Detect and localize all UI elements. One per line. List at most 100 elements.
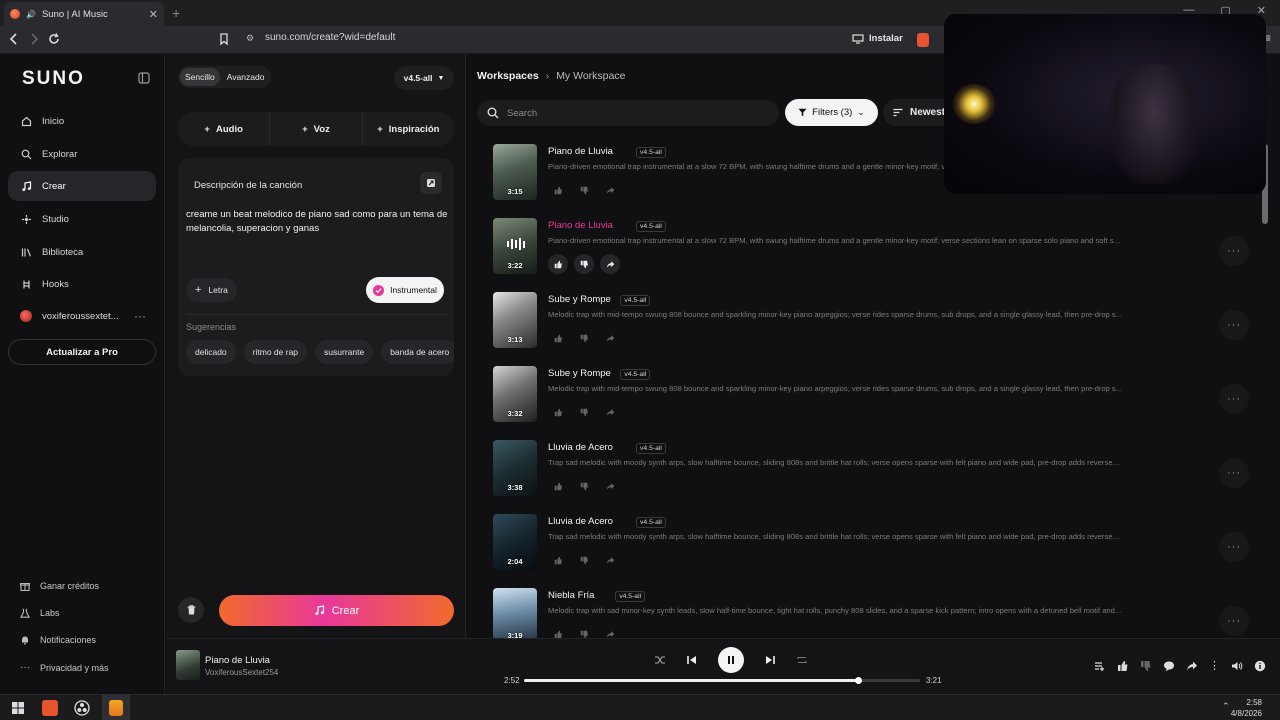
song-title[interactable]: Piano de Lluvia [548, 146, 613, 157]
sidebar-item-privacidad[interactable]: ··· Privacidad y más [8, 662, 109, 673]
brave-shield-icon[interactable] [917, 33, 929, 47]
mode-sencillo[interactable]: Sencillo [180, 68, 220, 86]
song-row[interactable]: 3:32 Sube y Rompe v4.5-all Melodic trap wit… [493, 364, 1253, 424]
clear-button[interactable] [178, 597, 204, 623]
share-button[interactable] [600, 550, 620, 570]
song-more-icon[interactable]: ··· [1219, 606, 1249, 636]
share-button[interactable] [600, 328, 620, 348]
song-cover[interactable]: 3:22 [493, 218, 537, 274]
suno-logo[interactable]: SUNO [22, 68, 85, 90]
back-icon[interactable] [9, 32, 19, 46]
song-more-icon[interactable]: ··· [1219, 458, 1249, 488]
obs-icon[interactable] [74, 700, 90, 716]
description-textarea[interactable]: creame un beat melodico de piano sad com… [186, 208, 448, 236]
brave-browser-icon[interactable] [42, 700, 58, 716]
sidebar-item-explorar[interactable]: Explorar [8, 139, 156, 169]
song-cover[interactable]: 3:38 [493, 440, 537, 496]
filters-button[interactable]: Filters (3) ⌄ [785, 99, 878, 126]
scrollbar[interactable] [1262, 144, 1268, 634]
song-title[interactable]: Sube y Rompe [548, 294, 611, 305]
song-cover[interactable]: 3:15 [493, 144, 537, 200]
progress-knob[interactable] [855, 677, 863, 684]
breadcrumb-workspaces[interactable]: Workspaces [477, 70, 539, 82]
song-row[interactable]: 3:38 Lluvia de Acero v4.5-all Trap sad melo… [493, 438, 1253, 498]
song-row[interactable]: 3:13 Sube y Rompe v4.5-all Melodic trap wit… [493, 290, 1253, 350]
info-icon[interactable] [1254, 660, 1266, 672]
song-title[interactable]: Lluvia de Acero [548, 516, 613, 527]
progress-bar[interactable] [524, 677, 920, 684]
lyrics-button[interactable]: + Letra [186, 278, 237, 302]
like-button[interactable] [548, 402, 568, 422]
dislike-button[interactable] [574, 254, 594, 274]
song-more-icon[interactable]: ··· [1219, 236, 1249, 266]
instrumental-toggle[interactable]: Instrumental [366, 277, 444, 303]
like-button[interactable] [548, 550, 568, 570]
close-tab-icon[interactable]: ✕ [149, 8, 158, 21]
sidebar-item-inicio[interactable]: Inicio [8, 106, 156, 136]
collapse-sidebar-icon[interactable] [138, 72, 150, 84]
song-title[interactable]: Lluvia de Acero [548, 442, 613, 453]
add-voz-button[interactable]: + Voz [270, 112, 363, 146]
add-inspiracion-button[interactable]: + Inspiración [363, 112, 454, 146]
volume-icon[interactable] [1231, 660, 1243, 672]
dislike-button[interactable] [574, 180, 594, 200]
comment-icon[interactable] [1163, 660, 1175, 672]
like-button[interactable] [548, 476, 568, 496]
version-select[interactable]: v4.5-all ▼ [394, 66, 454, 90]
sidebar-item-notificaciones[interactable]: Notificaciones [8, 635, 96, 645]
user-menu-icon[interactable]: ··· [134, 309, 146, 323]
queue-icon[interactable] [1094, 660, 1106, 672]
song-row[interactable]: 3:22 Piano de Lluvia v4.5-all Piano-driven … [493, 216, 1253, 276]
sidebar-item-studio[interactable]: Studio [8, 204, 156, 234]
song-cover[interactable]: 3:19 [493, 588, 537, 638]
song-row[interactable]: 3:19 Niebla Fría v4.5-all Melodic trap with… [493, 586, 1253, 638]
clock[interactable]: 2:58 4/8/2026 [1231, 697, 1262, 719]
suggestion-chip[interactable]: susurrante [315, 340, 374, 364]
suggestion-chip[interactable]: banda de acero [381, 340, 454, 364]
suggestion-chip[interactable]: ritmo de rap [243, 340, 308, 364]
expand-icon[interactable] [420, 172, 442, 194]
dislike-button[interactable] [574, 550, 594, 570]
repeat-icon[interactable] [796, 654, 808, 666]
song-row[interactable]: 2:04 Lluvia de Acero v4.5-all Trap sad melo… [493, 512, 1253, 572]
sidebar-item-ganar-creditos[interactable]: Ganar créditos [8, 581, 99, 591]
shuffle-icon[interactable] [654, 654, 666, 666]
user-profile-row[interactable]: voxiferoussextet... ··· [8, 301, 156, 331]
sidebar-item-biblioteca[interactable]: Biblioteca [8, 237, 156, 267]
now-playing-artist[interactable]: VoxiferousSextet254 [205, 668, 278, 677]
taskbar-active-app[interactable] [102, 695, 130, 720]
like-button[interactable] [548, 624, 568, 638]
now-playing-title[interactable]: Piano de Lluvia [205, 655, 270, 666]
like-button[interactable] [548, 254, 568, 274]
share-button[interactable] [600, 402, 620, 422]
like-button[interactable] [548, 328, 568, 348]
reload-icon[interactable] [47, 32, 61, 46]
dislike-button[interactable] [574, 624, 594, 638]
create-button[interactable]: Crear [219, 595, 454, 626]
song-more-icon[interactable]: ··· [1219, 384, 1249, 414]
share-button[interactable] [600, 476, 620, 496]
share-button[interactable] [600, 254, 620, 274]
mode-avanzado[interactable]: Avanzado [222, 68, 270, 86]
sidebar-item-hooks[interactable]: Hooks [8, 269, 156, 299]
thumbs-down-icon[interactable] [1140, 660, 1152, 672]
bookmark-icon[interactable] [219, 32, 229, 46]
share-icon[interactable] [1186, 660, 1198, 672]
suggestion-chip[interactable]: delicado [186, 340, 236, 364]
share-button[interactable] [600, 180, 620, 200]
browser-tab[interactable]: 🔊 Suno | AI Music ✕ [4, 2, 164, 26]
url-text[interactable]: suno.com/create?wid=default [265, 32, 395, 43]
share-button[interactable] [600, 624, 620, 638]
dislike-button[interactable] [574, 402, 594, 422]
sidebar-item-crear[interactable]: Crear [8, 171, 156, 201]
tray-chevron-icon[interactable]: ⌃ [1222, 701, 1230, 712]
song-title[interactable]: Piano de Lluvia [548, 220, 613, 231]
add-audio-button[interactable]: + Audio [178, 112, 271, 146]
forward-icon[interactable] [29, 32, 39, 46]
song-cover[interactable]: 3:13 [493, 292, 537, 348]
now-playing-cover[interactable] [176, 650, 200, 680]
new-tab-icon[interactable]: + [172, 5, 180, 21]
site-settings-icon[interactable]: ⚙ [246, 33, 254, 44]
upgrade-pro-button[interactable]: Actualizar a Pro [8, 339, 156, 365]
next-icon[interactable] [764, 654, 776, 666]
